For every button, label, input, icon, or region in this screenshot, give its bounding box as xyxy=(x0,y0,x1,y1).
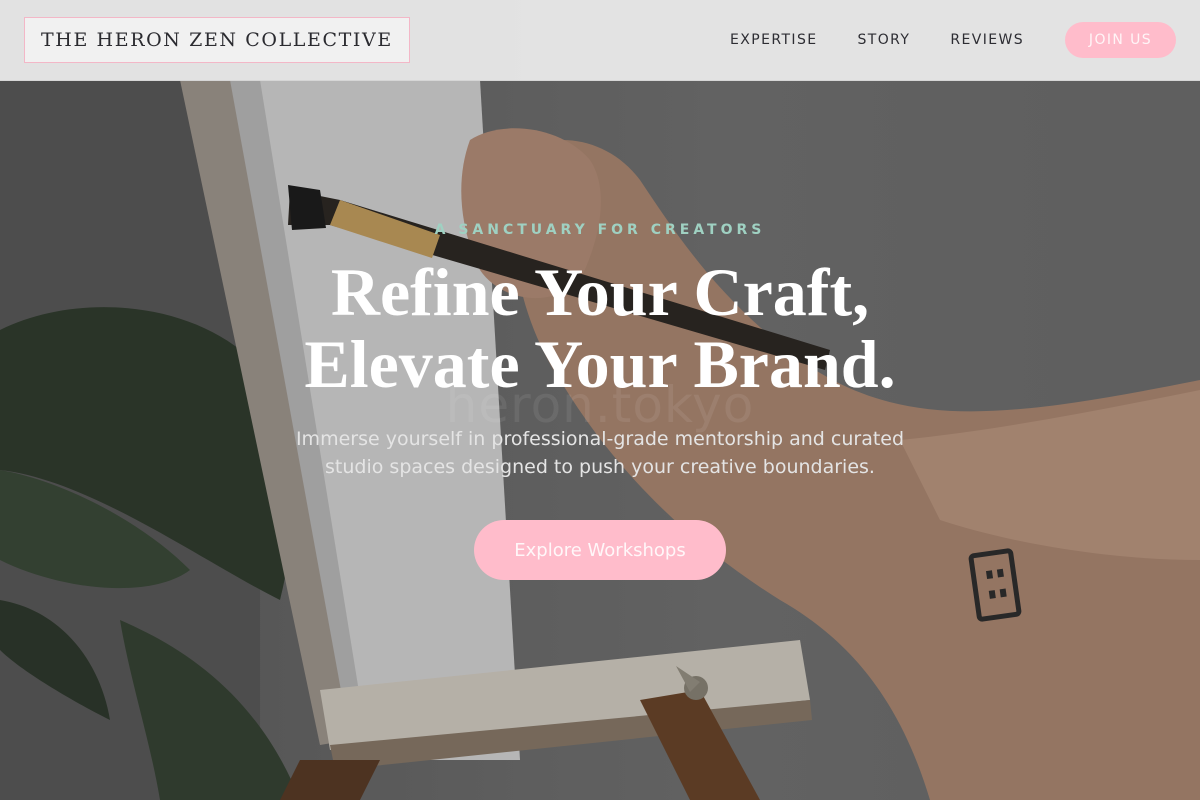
hero-section: A SANCTUARY FOR CREATORS Refine Your Cra… xyxy=(0,0,1200,800)
main-nav: EXPERTISE STORY REVIEWS JOIN US xyxy=(730,22,1176,58)
brand-name: THE HERON ZEN COLLECTIVE xyxy=(41,29,393,51)
hero-headline-line-1: Refine Your Craft, xyxy=(330,254,870,330)
hero-subtext: Immerse yourself in professional-grade m… xyxy=(295,428,905,478)
nav-link-reviews[interactable]: REVIEWS xyxy=(950,32,1024,48)
hero-eyebrow: A SANCTUARY FOR CREATORS xyxy=(434,222,766,238)
join-us-button[interactable]: JOIN US xyxy=(1065,22,1176,58)
site-header: THE HERON ZEN COLLECTIVE EXPERTISE STORY… xyxy=(0,0,1200,81)
nav-link-expertise[interactable]: EXPERTISE xyxy=(730,32,817,48)
brand-logo[interactable]: THE HERON ZEN COLLECTIVE xyxy=(24,17,410,63)
explore-workshops-button[interactable]: Explore Workshops xyxy=(474,520,726,580)
nav-link-story[interactable]: STORY xyxy=(858,32,911,48)
